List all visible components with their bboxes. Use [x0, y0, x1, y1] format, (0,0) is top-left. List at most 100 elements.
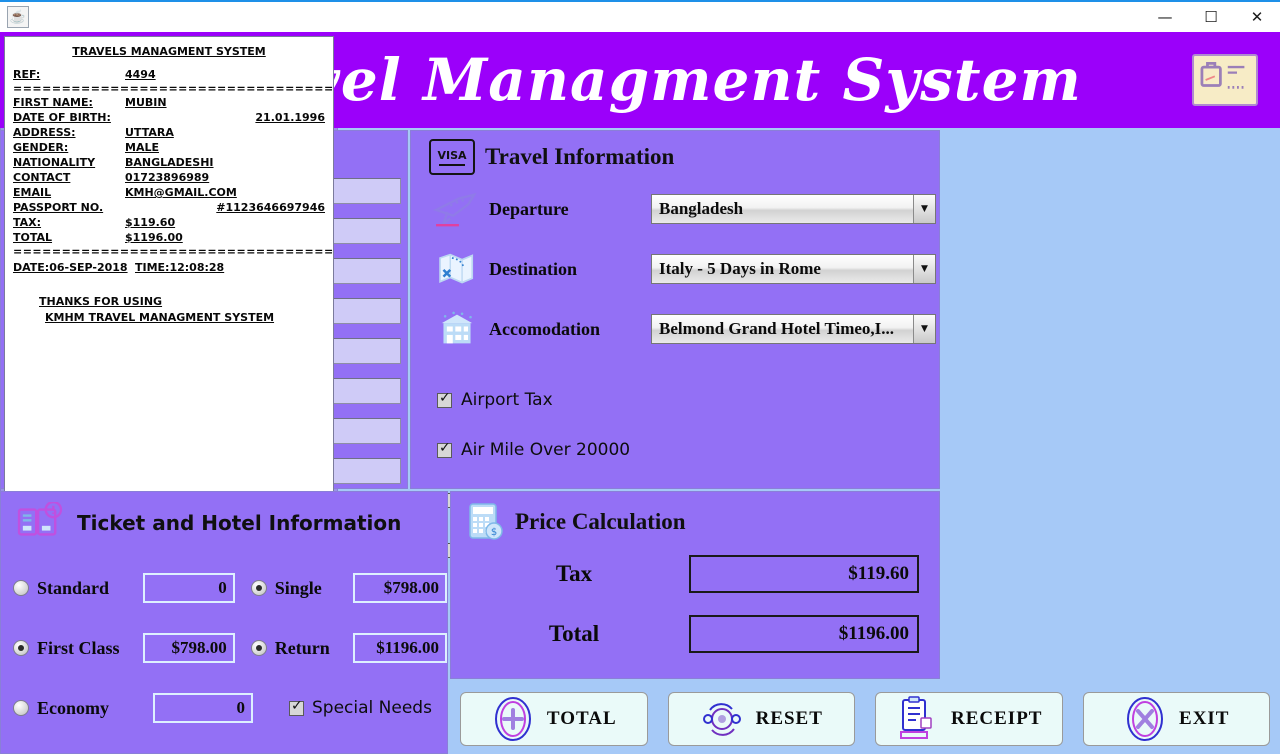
- document-print-icon: [895, 696, 939, 742]
- ticket-options-grid: Standard 0 Single $798.00 First Class $7…: [1, 546, 447, 738]
- receipt-time: TIME:12:08:28: [135, 260, 224, 276]
- checkbox-special-needs-label: Special Needs: [312, 698, 432, 718]
- receipt-key-nationality: NATIONALITY: [13, 155, 125, 170]
- receipt-value-total: $1196.00: [125, 230, 325, 245]
- exit-button-label: EXIT: [1179, 708, 1229, 730]
- total-button-label: TOTAL: [547, 708, 617, 730]
- receipt-datetime-row: DATE:06-SEP-2018 TIME:12:08:28: [5, 258, 333, 276]
- close-button[interactable]: ✕: [1234, 2, 1280, 32]
- input-first-class-price[interactable]: $798.00: [143, 633, 235, 663]
- input-single-price[interactable]: $798.00: [353, 573, 447, 603]
- close-circle-icon: [1123, 696, 1167, 742]
- price-calculation-title: Price Calculation: [515, 509, 686, 535]
- label-departure: Departure: [483, 199, 651, 220]
- receipt-company: TRAVELS MANAGMENT SYSTEM: [5, 37, 333, 67]
- label-economy: Economy: [37, 698, 153, 719]
- label-total: Total: [459, 621, 689, 647]
- receipt-value-tax: $119.60: [125, 215, 325, 230]
- total-button[interactable]: TOTAL: [460, 692, 648, 746]
- receipt-value-contact: 01723896989: [125, 170, 325, 185]
- receipt-value-nationality: BANGLADESHI: [125, 155, 325, 170]
- price-calculation-panel: $ Price Calculation Tax $119.60 Total $1…: [450, 491, 940, 679]
- chevron-down-icon[interactable]: ▼: [913, 195, 935, 223]
- application-window: ☕ — ☐ ✕ Travel Managment System: [0, 0, 1280, 754]
- minimize-button[interactable]: —: [1142, 2, 1188, 32]
- exit-button[interactable]: EXIT: [1083, 692, 1271, 746]
- price-calculation-header: $ Price Calculation: [451, 492, 939, 544]
- checkbox-airport-tax[interactable]: Airport Tax: [437, 375, 695, 425]
- maximize-button[interactable]: ☐: [1188, 2, 1234, 32]
- input-economy-price[interactable]: 0: [153, 693, 253, 723]
- ticket-hotel-panel: Ticket and Hotel Information Standard 0 …: [0, 491, 448, 754]
- boarding-pass-icon: [1192, 54, 1258, 106]
- receipt-key-gender: GENDER:: [13, 140, 125, 155]
- radio-economy[interactable]: [13, 700, 29, 716]
- receipt-key-address: ADDRESS:: [13, 125, 125, 140]
- window-titlebar: ☕ — ☐ ✕: [0, 0, 1280, 32]
- reset-button[interactable]: RESET: [668, 692, 856, 746]
- row-economy-special-needs: Economy 0 Special Needs: [1, 678, 447, 738]
- label-accomodation: Accomodation: [483, 319, 651, 340]
- chevron-down-icon[interactable]: ▼: [913, 315, 935, 343]
- input-return-price[interactable]: $1196.00: [353, 633, 447, 663]
- travel-information-header: VISA Travel Information: [411, 131, 939, 179]
- hotel-icon: [431, 308, 483, 350]
- receipt-row-tax: TAX: $119.60: [5, 215, 333, 230]
- checkbox-special-needs-box[interactable]: [289, 701, 304, 716]
- receipt-row-passport-no: PASSPORT NO. #1123646697946: [5, 200, 333, 215]
- select-departure[interactable]: Bangladesh ▼: [651, 194, 936, 224]
- chevron-down-icon[interactable]: ▼: [913, 255, 935, 283]
- ticket-hotel-header: Ticket and Hotel Information: [1, 492, 447, 546]
- java-coffee-icon: ☕: [7, 6, 29, 28]
- receipt-ref-value: 4494: [125, 67, 325, 82]
- radio-return[interactable]: [251, 640, 267, 656]
- map-pin-icon: [431, 248, 483, 290]
- output-tax[interactable]: $119.60: [689, 555, 919, 593]
- receipt-date: DATE:06-SEP-2018: [13, 260, 135, 276]
- receipt-button[interactable]: RECEIPT: [875, 692, 1063, 746]
- output-total[interactable]: $1196.00: [689, 615, 919, 653]
- travel-information-title: Travel Information: [485, 144, 674, 170]
- receipt-value-first-name: MUBIN: [125, 95, 325, 110]
- checkbox-airport-tax-label: Airport Tax: [461, 390, 553, 410]
- checkbox-air-mile-box[interactable]: [437, 443, 452, 458]
- label-single: Single: [275, 578, 353, 599]
- select-accomodation-value: Belmond Grand Hotel Timeo,I...: [652, 319, 913, 339]
- checkbox-air-mile-label: Air Mile Over 20000: [461, 440, 630, 460]
- receipt-value-passport-no: #1123646697946: [125, 200, 325, 215]
- receipt-key-date-of-birth: DATE OF BIRTH:: [13, 110, 125, 125]
- select-destination[interactable]: Italy - 5 Days in Rome ▼: [651, 254, 936, 284]
- receipt-row-date-of-birth: DATE OF BIRTH: 21.01.1996: [5, 110, 333, 125]
- receipt-row-gender: GENDER: MALE: [5, 140, 333, 155]
- calculator-dollar-icon: $: [467, 502, 505, 542]
- radio-single[interactable]: [251, 580, 267, 596]
- row-accomodation: Accomodation Belmond Grand Hotel Timeo,I…: [411, 299, 939, 359]
- checkbox-air-mile-over-20000[interactable]: Air Mile Over 20000: [437, 425, 695, 475]
- receipt-text-area[interactable]: TRAVELS MANAGMENT SYSTEM REF: 4494 =====…: [4, 36, 334, 516]
- receipt-key-passport-no: PASSPORT NO.: [13, 200, 125, 215]
- receipt-row-first-name: FIRST NAME: MUBIN: [5, 95, 333, 110]
- receipt-value-date-of-birth: 21.01.1996: [125, 110, 325, 125]
- receipt-value-email: KMH@GMAIL.COM: [125, 185, 325, 200]
- checkbox-airport-tax-box[interactable]: [437, 393, 452, 408]
- radio-standard[interactable]: [13, 580, 29, 596]
- radio-first-class[interactable]: [13, 640, 29, 656]
- receipt-ref-line: REF: 4494: [5, 67, 333, 82]
- receipt-value-address: UTTARA: [125, 125, 325, 140]
- label-return: Return: [275, 638, 353, 659]
- select-destination-value: Italy - 5 Days in Rome: [652, 259, 913, 279]
- row-standard-single: Standard 0 Single $798.00: [1, 558, 447, 618]
- receipt-row-contact: CONTACT 01723896989: [5, 170, 333, 185]
- receipt-row-nationality: NATIONALITY BANGLADESHI: [5, 155, 333, 170]
- travel-information-panel: VISA Travel Information Departure Bangla…: [410, 130, 940, 489]
- tickets-info-icon: [15, 502, 67, 544]
- receipt-separator-top: ========================================…: [5, 82, 333, 95]
- visa-stamp-line: [439, 164, 465, 166]
- label-first-class: First Class: [37, 638, 143, 659]
- select-accomodation[interactable]: Belmond Grand Hotel Timeo,I... ▼: [651, 314, 936, 344]
- airplane-icon: [431, 188, 483, 230]
- receipt-thanks-line-2: KMHM TRAVEL MANAGMENT SYSTEM: [5, 310, 333, 326]
- receipt-key-tax: TAX:: [13, 215, 125, 230]
- input-standard-price[interactable]: 0: [143, 573, 235, 603]
- row-destination: Destination Italy - 5 Days in Rome ▼: [411, 239, 939, 299]
